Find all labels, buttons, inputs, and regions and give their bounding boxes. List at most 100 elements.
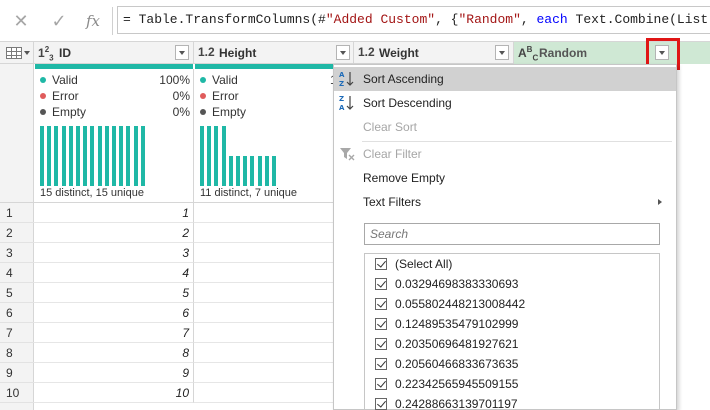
remove-empty-item[interactable]: Remove Empty: [334, 166, 676, 190]
distribution-bar: [97, 126, 102, 186]
formula-string-2: "Random": [458, 12, 521, 27]
fx-icon[interactable]: fx: [80, 8, 106, 34]
filter-value-checkbox[interactable]: 0.20560466833673635: [375, 354, 518, 374]
distribution-bar: [83, 126, 88, 186]
row-number[interactable]: 5: [0, 283, 34, 303]
clear-sort-label: Clear Sort: [363, 120, 418, 134]
clear-filter-item[interactable]: Clear Filter: [334, 142, 676, 166]
commit-icon[interactable]: ✓: [46, 8, 72, 34]
distribution-bar: [61, 126, 66, 186]
filter-value-label: 0.05580244821300844​2: [395, 297, 526, 311]
filter-value-label: 0.12489535479102999: [395, 317, 519, 331]
text-filters-item[interactable]: Text Filters: [334, 190, 676, 214]
column-name-random: Random: [539, 46, 587, 60]
error-pct: 0%: [172, 89, 190, 103]
valid-dot-icon: [200, 77, 206, 83]
error-label: Error: [52, 89, 79, 103]
filter-search-input[interactable]: Search: [364, 223, 660, 245]
cell-height[interactable]: 1: [194, 383, 354, 403]
clear-filter-icon: [338, 145, 356, 163]
svg-text:Z: Z: [339, 80, 344, 88]
cell-id[interactable]: 10: [34, 383, 194, 403]
empty-label: Empty: [52, 105, 87, 119]
column-header-id[interactable]: 123 ID: [34, 42, 194, 64]
cell-height[interactable]: 1: [194, 243, 354, 263]
select-all-checkbox[interactable]: (Select All): [375, 254, 452, 274]
distribution-bar: [243, 156, 248, 186]
filter-value-checkbox[interactable]: 0.03294698383330693: [375, 274, 518, 294]
row-number[interactable]: 9: [0, 363, 34, 383]
cell-id[interactable]: 6: [34, 303, 194, 323]
row-number[interactable]: 6: [0, 303, 34, 323]
row-number[interactable]: 1: [0, 203, 34, 223]
formula-mid: , {: [435, 12, 459, 27]
checkbox-checked-icon: [375, 258, 387, 270]
valid-dot-icon: [40, 77, 46, 83]
cell-height[interactable]: 1: [194, 203, 354, 223]
type-main: A: [518, 46, 527, 60]
clear-sort-item[interactable]: Clear Sort: [334, 115, 676, 139]
empty-dot-icon: [200, 109, 206, 115]
formula-input[interactable]: = Table.TransformColumns(#"Added Custom"…: [117, 6, 710, 34]
empty-stat: Empty: [200, 105, 246, 119]
sort-descending-item[interactable]: ZA Sort Descending: [334, 91, 676, 115]
sort-descending-icon: ZA: [338, 94, 356, 112]
cell-height[interactable]: 1: [194, 263, 354, 283]
row-number[interactable]: 2: [0, 223, 34, 243]
row-number[interactable]: 4: [0, 263, 34, 283]
cell-id[interactable]: 5: [34, 283, 194, 303]
sort-ascending-item[interactable]: AZ Sort Ascending: [334, 67, 676, 91]
type-main: 1: [38, 46, 45, 60]
filter-value-checkbox[interactable]: 0.20350696481927621: [375, 334, 518, 354]
cell-height[interactable]: 1: [194, 303, 354, 323]
cell-id[interactable]: 9: [34, 363, 194, 383]
column-header-weight[interactable]: 1.2 Weight: [354, 42, 514, 64]
cell-height[interactable]: 1: [194, 343, 354, 363]
cell-height[interactable]: 1: [194, 223, 354, 243]
checkbox-checked-icon: [375, 378, 387, 390]
filter-value-checkbox[interactable]: 0.22342565945509155: [375, 374, 518, 394]
cell-id[interactable]: 4: [34, 263, 194, 283]
cell-id[interactable]: 7: [34, 323, 194, 343]
cell-id[interactable]: 2: [34, 223, 194, 243]
error-stat: Error 0%: [40, 89, 190, 103]
column-filter-weight-button[interactable]: [495, 45, 509, 60]
distribution-bar: [104, 126, 109, 186]
row-number[interactable]: 7: [0, 323, 34, 343]
empty-stat: Empty 0%: [40, 105, 190, 119]
row-number[interactable]: 8: [0, 343, 34, 363]
distribution-bar: [47, 126, 52, 186]
filter-value-list[interactable]: (Select All) 0.03294698383330693 0.055802…: [364, 253, 660, 410]
formula-string-1: "Added Custom": [325, 12, 436, 27]
cell-height[interactable]: 1: [194, 323, 354, 343]
column-filter-height-button[interactable]: [336, 45, 350, 60]
distribution-bar: [68, 126, 73, 186]
cell-height[interactable]: 1: [194, 363, 354, 383]
error-dot-icon: [40, 93, 46, 99]
filter-value-checkbox[interactable]: 0.24288663139701197: [375, 394, 518, 410]
svg-text:A: A: [339, 104, 345, 112]
cell-id[interactable]: 3: [34, 243, 194, 263]
valid-label: Valid: [212, 73, 238, 87]
cancel-icon[interactable]: ✕: [8, 8, 34, 34]
cell-height[interactable]: 1: [194, 283, 354, 303]
row-number[interactable]: 10: [0, 383, 34, 403]
column-filter-id-button[interactable]: [175, 45, 189, 60]
filter-value-label: 0.20350696481927621: [395, 337, 519, 351]
column-header-random[interactable]: ABC Random: [514, 42, 710, 64]
distribution-bar: [221, 126, 226, 186]
row-number[interactable]: 3: [0, 243, 34, 263]
filter-value-label: 0.03294698383330693: [395, 277, 519, 291]
column-header-height[interactable]: 1.2 Height: [194, 42, 354, 64]
filter-value-checkbox[interactable]: 0.12489535479102999: [375, 314, 518, 334]
checkbox-checked-icon: [375, 278, 387, 290]
table-menu-button[interactable]: [0, 42, 34, 64]
filter-value-checkbox[interactable]: 0.05580244821300844​2: [375, 294, 525, 314]
cell-id[interactable]: 8: [34, 343, 194, 363]
cell-id[interactable]: 1: [34, 203, 194, 223]
distribution-chart-id: [40, 126, 190, 186]
filter-value-label: 0.24288663139701197: [395, 397, 518, 410]
column-profile-height: Valid100 Error Empty 11 distinct, 7 uniq…: [194, 69, 354, 203]
filter-value-label: 0.20560466833673635: [395, 357, 519, 371]
distribution-bar: [90, 126, 95, 186]
